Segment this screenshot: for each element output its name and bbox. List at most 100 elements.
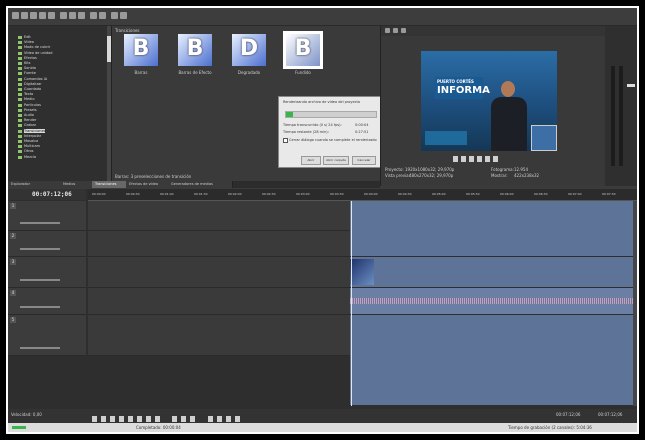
- properties-icon[interactable]: [48, 12, 55, 19]
- open-icon[interactable]: [21, 12, 28, 19]
- track-fader[interactable]: [20, 347, 60, 349]
- record-icon[interactable]: [92, 416, 97, 422]
- master-fader[interactable]: [627, 84, 635, 87]
- redo-icon[interactable]: [99, 12, 106, 19]
- cut-icon[interactable]: [60, 12, 67, 19]
- track-fader[interactable]: [20, 306, 60, 308]
- transition-thumbnail[interactable]: B: [283, 31, 323, 69]
- snap-icon[interactable]: [172, 416, 177, 422]
- track-lane[interactable]: [88, 257, 350, 288]
- track-lane[interactable]: [88, 201, 350, 231]
- envelope-tool-icon[interactable]: [120, 12, 127, 19]
- loop-icon[interactable]: [453, 156, 458, 162]
- tree-item[interactable]: Interpolar: [24, 134, 41, 138]
- tree-item[interactable]: Edit: [24, 35, 31, 39]
- preview-quality-icon[interactable]: [393, 28, 398, 33]
- tree-item[interactable]: Kits: [24, 61, 30, 65]
- track-header[interactable]: 4: [8, 288, 86, 315]
- render-icon[interactable]: [39, 12, 46, 19]
- tree-item[interactable]: Guardado: [24, 87, 41, 91]
- edit-tool-icon[interactable]: [111, 12, 118, 19]
- overlays-icon[interactable]: [401, 28, 406, 33]
- tree-item[interactable]: Comandos IA: [24, 77, 47, 81]
- lock-envelopes-icon[interactable]: [190, 416, 195, 422]
- close-when-done-checkbox[interactable]: [283, 138, 288, 143]
- save-icon[interactable]: [30, 12, 37, 19]
- copy-icon[interactable]: [69, 12, 76, 19]
- track-fader[interactable]: [20, 279, 60, 281]
- track-lane[interactable]: [88, 288, 350, 315]
- tree-item[interactable]: Grabar: [24, 123, 36, 127]
- tree-item[interactable]: Multicam: [24, 144, 40, 148]
- tree-item[interactable]: Vídeo de unidad: [24, 51, 52, 55]
- track-fader[interactable]: [20, 222, 60, 224]
- track-lane[interactable]: [88, 315, 350, 356]
- track-fader[interactable]: [20, 248, 60, 250]
- open-folder-button[interactable]: Abrir carpeta: [323, 156, 349, 165]
- preview-res-label: Vista previa:: [385, 173, 410, 178]
- lower-clips[interactable]: [350, 315, 637, 405]
- region-icon[interactable]: [235, 416, 240, 422]
- tab-0[interactable]: Explorador: [8, 181, 65, 188]
- new-icon[interactable]: [12, 12, 19, 19]
- tree-item[interactable]: Digitalizar: [24, 82, 42, 86]
- preview-settings-icon[interactable]: [385, 28, 390, 33]
- next-frame-icon[interactable]: [493, 156, 498, 162]
- explorer-scroll-thumb[interactable]: [107, 36, 111, 62]
- tree-item[interactable]: Medio: [24, 97, 35, 101]
- tree-item[interactable]: Fuente: [24, 71, 36, 75]
- track-header[interactable]: 5: [8, 315, 86, 356]
- cancel-button[interactable]: Cancelar: [352, 156, 376, 165]
- transition-thumbnail[interactable]: B: [124, 34, 158, 66]
- tree-item[interactable]: Otros: [24, 149, 33, 153]
- play-from-start-icon[interactable]: [110, 416, 115, 422]
- time-ruler[interactable]: 00:00:00 00:00:30 00:01:00 00:01:30 00:02:00…: [88, 189, 637, 201]
- tree-item[interactable]: Transiciones: [24, 128, 46, 133]
- track-header[interactable]: 2: [8, 231, 86, 257]
- paste-icon[interactable]: [78, 12, 85, 19]
- tree-item[interactable]: Particulas: [24, 103, 41, 107]
- pause-icon[interactable]: [469, 156, 474, 162]
- tree-item[interactable]: Vídeo: [24, 40, 34, 44]
- track-lane[interactable]: [88, 231, 350, 257]
- go-to-end-icon[interactable]: [155, 416, 160, 422]
- tree-item[interactable]: Mosaico: [24, 139, 38, 143]
- tab-4[interactable]: Generadores de medios: [168, 181, 233, 188]
- transition-thumbnail[interactable]: B: [178, 34, 212, 66]
- tab-3[interactable]: Efectos de vídeo: [126, 181, 173, 188]
- play-timeline-icon[interactable]: [119, 416, 124, 422]
- transition-letter: B: [294, 36, 312, 61]
- pause-timeline-icon[interactable]: [128, 416, 133, 422]
- trim-icon[interactable]: [217, 416, 222, 422]
- tree-item[interactable]: Texto: [24, 92, 33, 96]
- split-icon[interactable]: [208, 416, 213, 422]
- loop-playback-icon[interactable]: [101, 416, 106, 422]
- track-header[interactable]: 1: [8, 201, 86, 231]
- marker-icon[interactable]: [226, 416, 231, 422]
- play-icon[interactable]: [461, 156, 466, 162]
- open-button[interactable]: Abrir: [301, 156, 321, 165]
- playhead-cursor[interactable]: [351, 201, 352, 406]
- tree-item[interactable]: Render: [24, 118, 36, 122]
- tree-item[interactable]: Presets: [24, 108, 37, 112]
- tree-item[interactable]: Modo de cubrir: [24, 45, 50, 49]
- undo-icon[interactable]: [90, 12, 97, 19]
- prev-frame-icon[interactable]: [485, 156, 490, 162]
- explorer-scrollbar[interactable]: [107, 26, 111, 186]
- transitions-footer: Barras: 3 preselecciones de transición: [115, 174, 192, 179]
- timeline-scrollbar[interactable]: [633, 201, 637, 406]
- stop-timeline-icon[interactable]: [137, 416, 142, 422]
- tree-item[interactable]: Mezcla: [24, 155, 36, 159]
- audio-clip[interactable]: [350, 288, 637, 314]
- tree-item[interactable]: Sonido: [24, 66, 36, 70]
- stop-icon[interactable]: [477, 156, 482, 162]
- track-header[interactable]: 3: [8, 257, 86, 288]
- tree-item[interactable]: Audio: [24, 113, 34, 117]
- tree-item[interactable]: Efectos: [24, 56, 37, 60]
- transition-thumbnail[interactable]: D: [232, 34, 266, 66]
- auto-ripple-icon[interactable]: [181, 416, 186, 422]
- go-to-start-icon[interactable]: [146, 416, 151, 422]
- video-clip-1[interactable]: [350, 201, 637, 256]
- display-value: 422x238x32: [514, 173, 540, 178]
- video-clip-2[interactable]: [350, 257, 637, 287]
